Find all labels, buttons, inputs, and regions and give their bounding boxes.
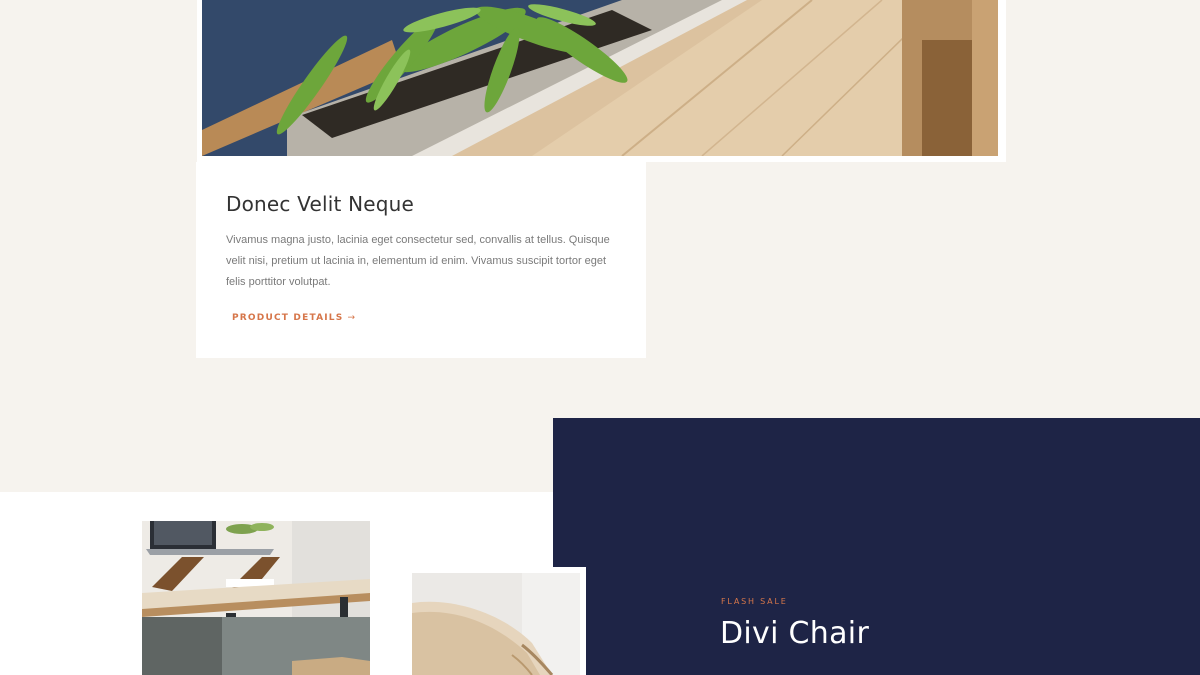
flash-sale-label: FLASH SALE <box>721 597 788 606</box>
product-description: Vivamus magna justo, lacinia eget consec… <box>226 234 610 288</box>
fern-planter-photo <box>202 0 998 156</box>
hero-image <box>202 0 998 156</box>
leather-chair-photo <box>412 573 580 675</box>
laptop-desk-photo <box>142 521 370 675</box>
hero-image-frame <box>197 0 1006 162</box>
chair-image-frame <box>406 567 586 675</box>
chair-image <box>412 573 580 675</box>
arrow-right-icon: → <box>347 313 357 323</box>
flash-sale-panel <box>553 418 1200 675</box>
product-details-label: PRODUCT DETAILS <box>232 313 344 323</box>
product-title: Donec Velit Neque <box>226 192 415 216</box>
flash-sale-title: Divi Chair <box>720 616 870 651</box>
desk-image <box>142 521 370 675</box>
product-card: Donec Velit Neque Vivamus magna justo, l… <box>196 162 646 358</box>
product-details-link[interactable]: PRODUCT DETAILS → <box>232 313 356 323</box>
